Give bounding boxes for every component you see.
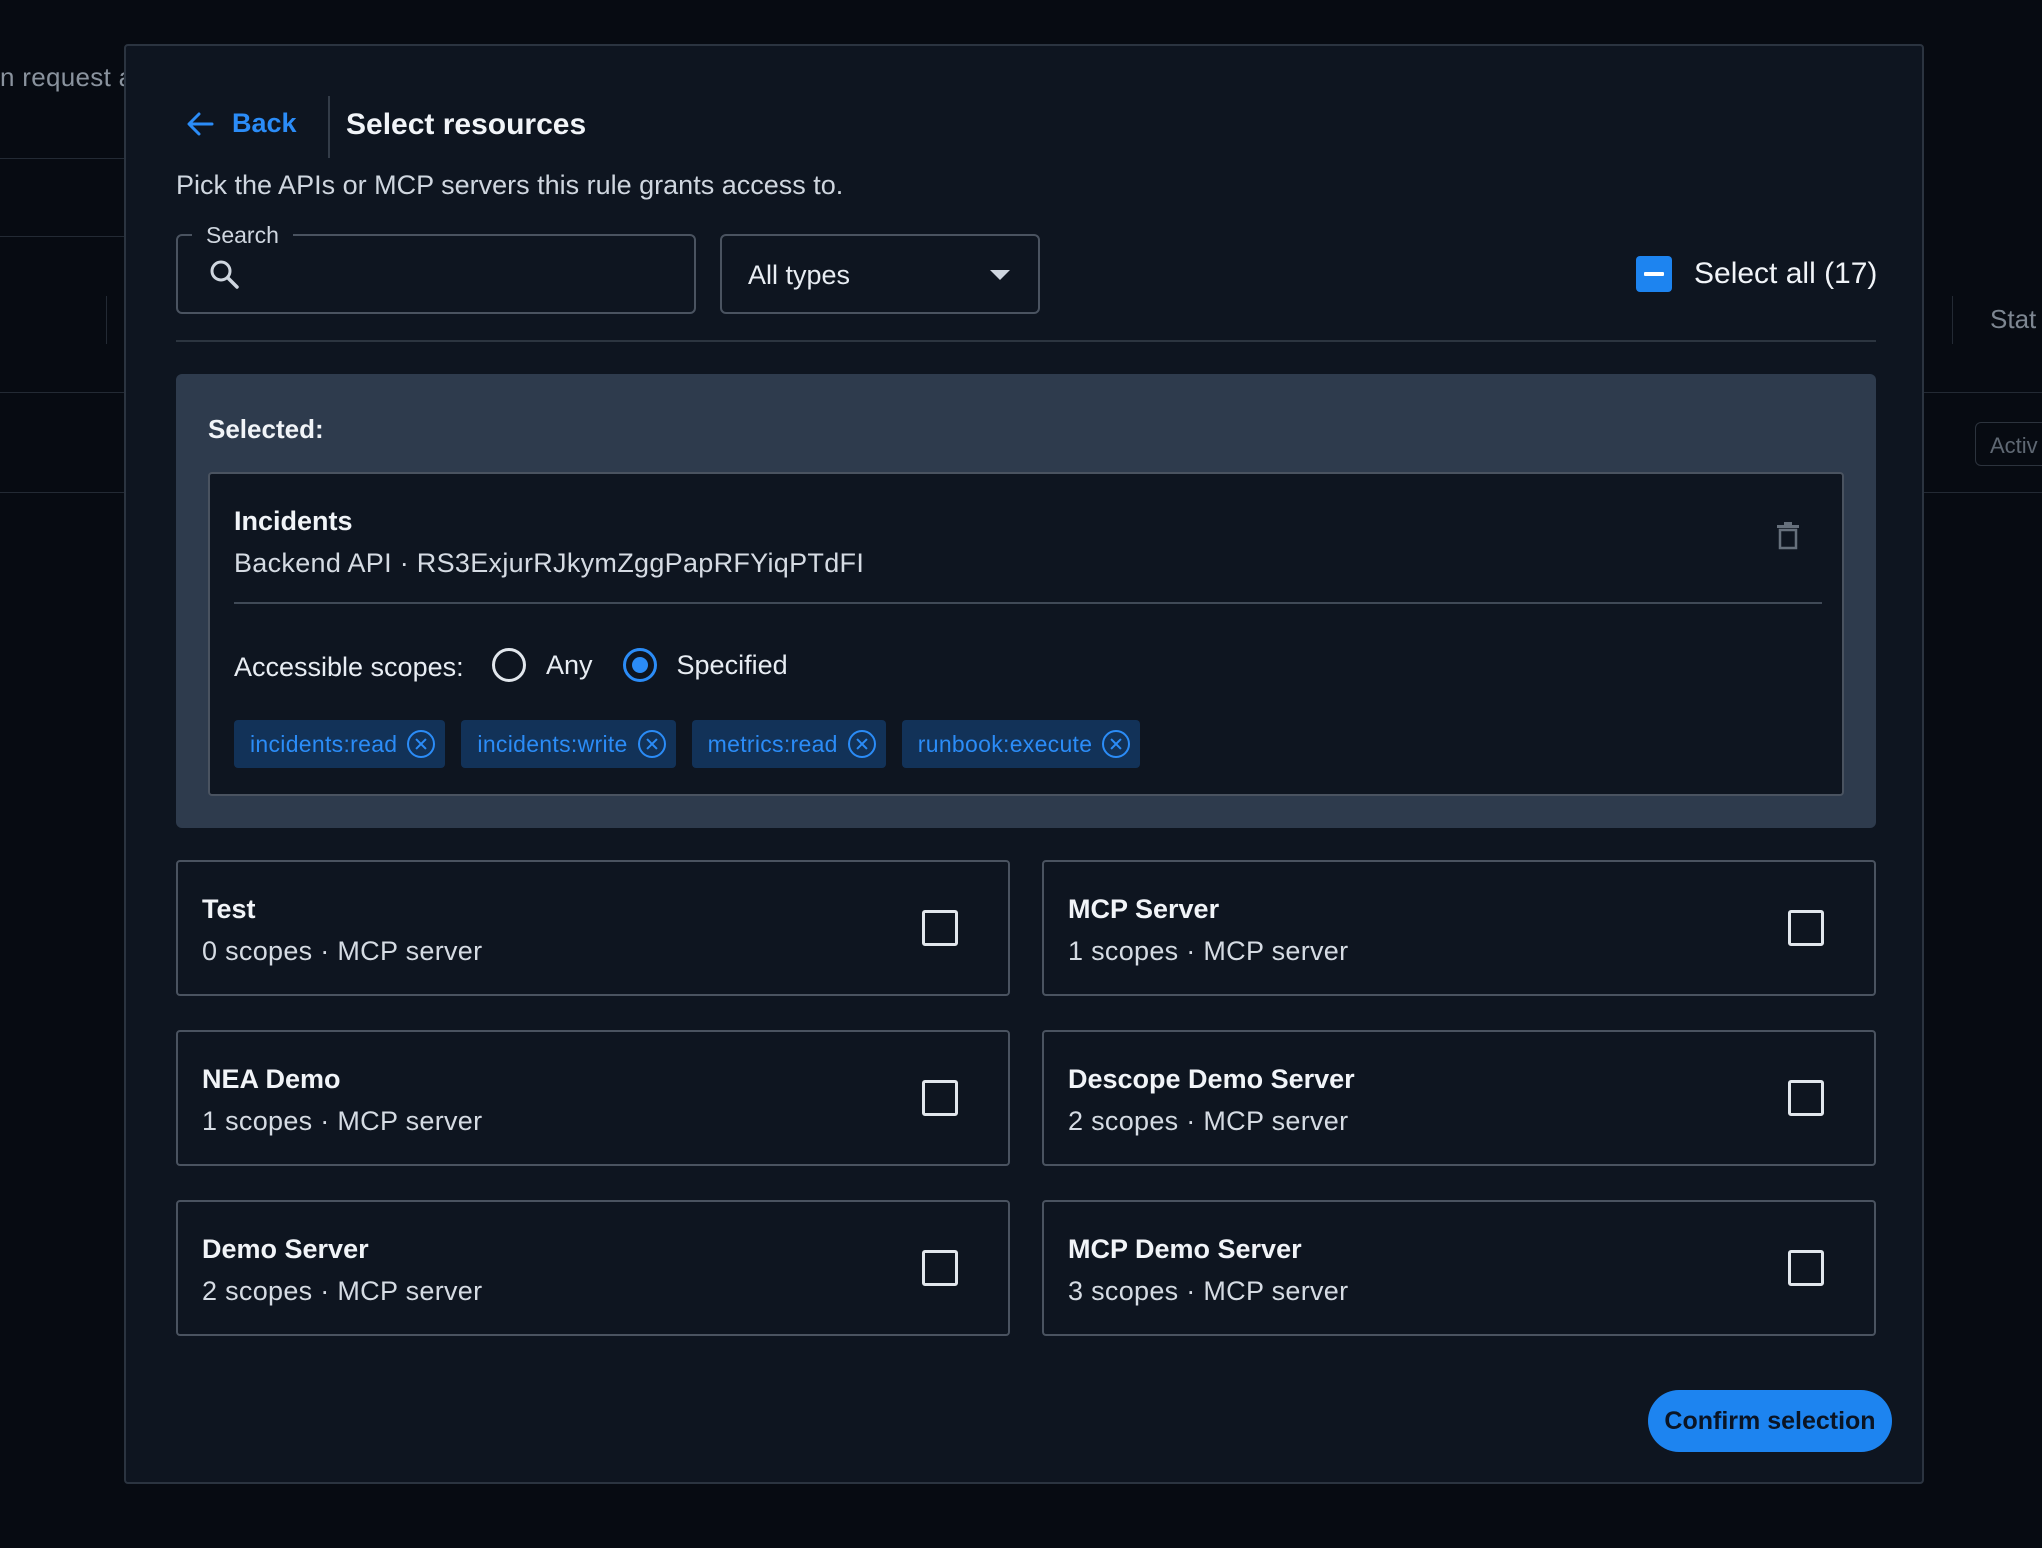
resource-checkbox[interactable] <box>1788 1080 1824 1116</box>
selected-panel: Selected: Incidents Backend API · RS3Exj… <box>176 374 1876 828</box>
search-label: Search <box>192 222 293 248</box>
background-status-badge: Activ <box>1975 422 2042 466</box>
arrow-left-icon <box>186 111 214 137</box>
scope-chip-label: runbook:execute <box>917 730 1093 757</box>
trash-icon[interactable] <box>1776 522 1800 555</box>
scope-chip-label: incidents:write <box>477 730 628 757</box>
resource-meta: 0 scopes · MCP server <box>202 936 483 966</box>
background-divider <box>106 296 107 344</box>
background-divider <box>0 158 124 159</box>
scope-chip: incidents:write <box>461 720 676 768</box>
resource-meta: 2 scopes · MCP server <box>202 1276 483 1306</box>
background-divider <box>0 236 124 237</box>
background-column-header: Stat <box>1990 304 2037 334</box>
resource-card[interactable]: Test 0 scopes · MCP server <box>176 860 1010 996</box>
radio-any-label: Any <box>546 649 593 680</box>
toolbar-divider <box>176 340 1876 342</box>
resource-checkbox[interactable] <box>922 910 958 946</box>
remove-chip-icon[interactable] <box>1102 730 1131 758</box>
background-divider <box>1924 492 2042 493</box>
scope-chip: metrics:read <box>691 720 886 768</box>
background-text: n request a <box>0 62 134 92</box>
resource-meta: 2 scopes · MCP server <box>1068 1106 1349 1136</box>
confirm-selection-button[interactable]: Confirm selection <box>1648 1390 1892 1452</box>
resource-name: Test <box>202 894 256 924</box>
resource-card[interactable]: NEA Demo 1 scopes · MCP server <box>176 1030 1010 1166</box>
accessible-scopes-label: Accessible scopes: <box>234 652 464 682</box>
resource-card[interactable]: MCP Demo Server 3 scopes · MCP server <box>1042 1200 1876 1336</box>
resource-checkbox[interactable] <box>922 1250 958 1286</box>
radio-unchecked-icon <box>492 648 526 682</box>
modal-subtitle: Pick the APIs or MCP servers this rule g… <box>176 170 844 200</box>
resource-meta: 1 scopes · MCP server <box>202 1106 483 1136</box>
scope-chip: runbook:execute <box>901 720 1141 768</box>
back-label: Back <box>232 108 297 138</box>
scope-chip-label: metrics:read <box>707 730 838 757</box>
scope-chip-label: incidents:read <box>250 730 398 757</box>
remove-chip-icon[interactable] <box>847 730 876 758</box>
background-divider <box>1924 392 2042 393</box>
resource-card[interactable]: Demo Server 2 scopes · MCP server <box>176 1200 1010 1336</box>
search-field[interactable]: Search <box>176 222 696 314</box>
search-input[interactable] <box>254 250 674 300</box>
card-divider <box>234 602 1822 604</box>
background-divider <box>1952 296 1953 344</box>
background-divider <box>0 492 124 493</box>
resource-meta: 3 scopes · MCP server <box>1068 1276 1349 1306</box>
select-all-checkbox[interactable]: Select all (17) <box>1636 256 1877 292</box>
resource-card[interactable]: MCP Server 1 scopes · MCP server <box>1042 860 1876 996</box>
radio-specified-label: Specified <box>676 649 788 680</box>
header-divider <box>328 96 330 158</box>
resource-name: Descope Demo Server <box>1068 1064 1355 1094</box>
resource-checkbox[interactable] <box>1788 1250 1824 1286</box>
remove-chip-icon[interactable] <box>637 730 666 758</box>
indeterminate-checkbox-icon <box>1636 256 1672 292</box>
resource-meta: 1 scopes · MCP server <box>1068 936 1349 966</box>
resource-name: MCP Demo Server <box>1068 1234 1302 1264</box>
back-button[interactable]: Back <box>186 108 297 139</box>
scope-chip: incidents:read <box>234 720 446 768</box>
type-filter-select[interactable]: All types <box>720 234 1040 314</box>
resource-card[interactable]: Descope Demo Server 2 scopes · MCP serve… <box>1042 1030 1876 1166</box>
selected-resource-name: Incidents <box>234 506 353 536</box>
scope-chips: incidents:read incidents:write metrics:r… <box>234 720 1141 768</box>
selected-resource-meta: Backend API · RS3ExjurRJkymZggPapRFYiqPT… <box>234 548 865 578</box>
search-icon <box>208 258 240 295</box>
resource-name: MCP Server <box>1068 894 1220 924</box>
caret-down-icon <box>990 270 1010 280</box>
selected-resource-card: Incidents Backend API · RS3ExjurRJkymZgg… <box>208 472 1844 796</box>
type-filter-value: All types <box>748 260 851 290</box>
select-all-label: Select all (17) <box>1694 257 1878 290</box>
modal-title: Select resources <box>346 108 587 141</box>
resource-checkbox[interactable] <box>922 1080 958 1116</box>
radio-any[interactable]: Any <box>492 648 593 682</box>
radio-checked-icon <box>622 648 657 682</box>
resource-checkbox[interactable] <box>1788 910 1824 946</box>
background-divider <box>0 392 124 393</box>
scope-mode-radio-group: Any Specified <box>492 648 818 682</box>
resource-name: Demo Server <box>202 1234 369 1264</box>
radio-specified[interactable]: Specified <box>622 648 788 682</box>
select-resources-modal: Back Select resources Pick the APIs or M… <box>124 44 1924 1484</box>
selected-heading: Selected: <box>208 414 324 444</box>
remove-chip-icon[interactable] <box>407 730 436 758</box>
resource-name: NEA Demo <box>202 1064 341 1094</box>
